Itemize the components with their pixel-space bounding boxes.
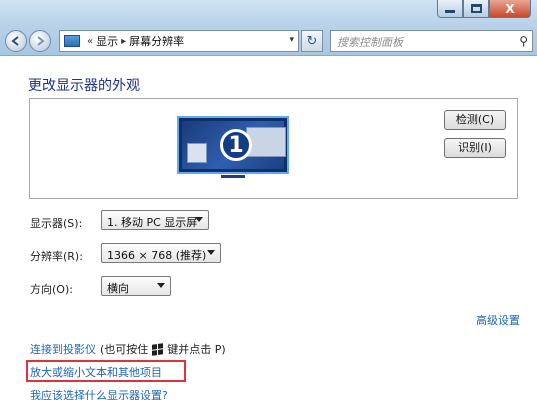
control-panel-icon [64, 35, 80, 47]
close-icon: X [505, 1, 515, 16]
maximize-button[interactable] [463, 0, 489, 18]
projector-hint-prefix: (也可按住 [100, 343, 149, 356]
identify-button[interactable]: 识别(I) [444, 138, 506, 158]
detect-button[interactable]: 检测(C) [444, 110, 506, 130]
maximize-icon [470, 4, 482, 13]
refresh-icon: ↻ [306, 33, 318, 49]
breadcrumb-display[interactable]: 显示 [96, 33, 118, 49]
which-settings-link[interactable]: 我应该选择什么显示器设置? [30, 387, 168, 400]
page-title: 更改显示器的外观 [28, 78, 140, 94]
monitor-1-preview[interactable]: 1 [177, 116, 289, 174]
connect-projector-link[interactable]: 连接到投影仪 [30, 341, 96, 357]
forward-button[interactable] [29, 30, 51, 52]
address-bar[interactable]: « 显示 ▸ 屏幕分辨率 ▾ [59, 30, 299, 52]
display-select-value: 1. 移动 PC 显示屏 [107, 216, 198, 229]
resolution-label: 分辨率(R): [30, 250, 83, 263]
preview-window-icon [187, 143, 207, 163]
text-size-link[interactable]: 放大或缩小文本和其他项目 [30, 364, 162, 380]
chevron-down-icon [157, 283, 165, 288]
breadcrumb-screen-resolution[interactable]: 屏幕分辨率 [129, 33, 184, 49]
chevron-down-icon [207, 250, 215, 255]
minimize-button[interactable] [437, 0, 463, 18]
close-button[interactable]: X [489, 0, 531, 18]
orientation-label: 方向(O): [30, 283, 73, 296]
window-title-bar: X « 显示 ▸ 屏幕分辨率 ▾ ↻ 搜索控制面板 ⚲ [0, 0, 537, 56]
search-input[interactable]: 搜索控制面板 ⚲ [330, 30, 533, 52]
back-arrow-icon [11, 36, 19, 46]
preview-window-icon [246, 127, 286, 157]
orientation-select[interactable]: 横向 [101, 276, 171, 296]
windows-logo-icon [152, 342, 164, 356]
projector-row: 连接到投影仪 (也可按住 键并点击 P) [30, 341, 226, 357]
projector-hint-suffix: 键并点击 P) [167, 343, 226, 356]
monitor-desktop: 1 [182, 121, 286, 169]
breadcrumb-separator-icon[interactable]: ▸ [121, 36, 126, 47]
display-label: 显示器(S): [30, 217, 83, 230]
search-icon[interactable]: ⚲ [519, 34, 528, 48]
breadcrumb-overflow[interactable]: « [87, 36, 93, 47]
refresh-button[interactable]: ↻ [301, 30, 323, 52]
resolution-select-value: 1366 × 768 (推荐) [107, 249, 207, 262]
address-dropdown-icon[interactable]: ▾ [289, 35, 294, 45]
forward-arrow-icon [37, 36, 45, 46]
resolution-select[interactable]: 1366 × 768 (推荐) [101, 243, 221, 263]
advanced-settings-link[interactable]: 高级设置 [476, 312, 520, 328]
window-controls: X [437, 0, 531, 18]
monitor-stand [221, 175, 245, 178]
chevron-down-icon [195, 217, 203, 222]
orientation-select-value: 横向 [107, 282, 129, 295]
monitor-number-badge: 1 [220, 129, 252, 161]
back-button[interactable] [5, 30, 27, 52]
minimize-icon [445, 10, 455, 13]
search-placeholder: 搜索控制面板 [337, 36, 403, 49]
display-select[interactable]: 1. 移动 PC 显示屏 [101, 210, 209, 230]
